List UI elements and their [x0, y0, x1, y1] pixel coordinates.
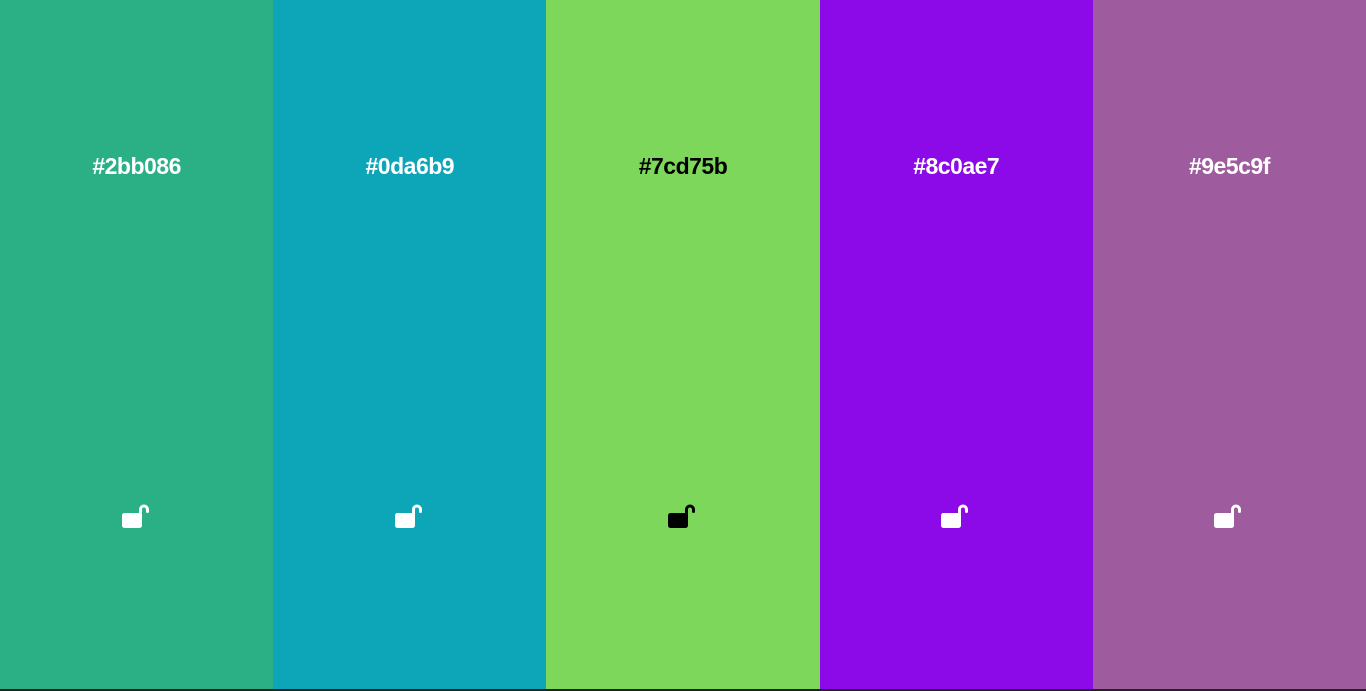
lock-toggle-button[interactable] [938, 500, 970, 532]
hex-code-label[interactable]: #2bb086 [0, 153, 273, 180]
lock-open-icon [1214, 504, 1242, 528]
hex-code-label[interactable]: #8c0ae7 [820, 153, 1093, 180]
hex-code-label[interactable]: #9e5c9f [1093, 153, 1366, 180]
hex-code-label[interactable]: #0da6b9 [273, 153, 546, 180]
lock-open-icon [394, 504, 422, 528]
lock-toggle-button[interactable] [665, 500, 697, 532]
color-column-3[interactable]: #7cd75b [546, 0, 820, 689]
color-column-4[interactable]: #8c0ae7 [819, 0, 1093, 689]
color-column-1[interactable]: #2bb086 [0, 0, 274, 689]
lock-toggle-button[interactable] [392, 500, 424, 532]
lock-toggle-button[interactable] [119, 500, 151, 532]
lock-toggle-button[interactable] [1211, 500, 1243, 532]
hex-code-label[interactable]: #7cd75b [546, 153, 819, 180]
color-column-5[interactable]: #9e5c9f [1092, 0, 1366, 689]
lock-open-icon [121, 504, 149, 528]
color-column-2[interactable]: #0da6b9 [273, 0, 547, 689]
color-palette: #2bb086 #0da6b9 #7cd75b #8c0ae7 #9e5c9f [0, 0, 1366, 689]
lock-open-icon [668, 504, 695, 528]
lock-open-icon [941, 504, 969, 528]
